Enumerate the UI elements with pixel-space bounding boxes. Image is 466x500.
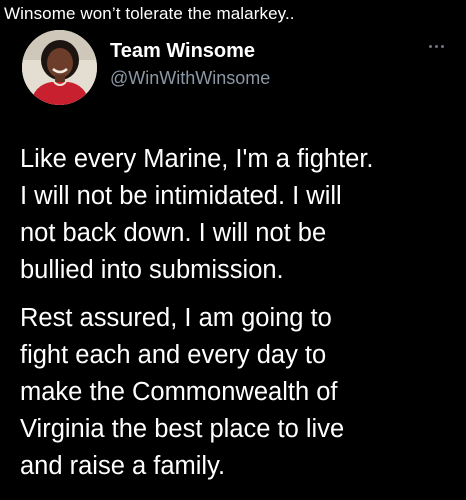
tweet-line: bullied into submission. <box>20 256 284 284</box>
profile-photo-icon <box>22 30 97 105</box>
dot <box>434 44 438 48</box>
dot <box>428 44 432 48</box>
display-name[interactable]: Team Winsome <box>110 39 255 63</box>
more-options-icon[interactable] <box>424 40 448 52</box>
tweet-line: Rest assured, I am going to <box>20 304 332 332</box>
tweet-paragraph-1: Like every Marine, I'm a fighter. I will… <box>20 141 460 289</box>
user-handle[interactable]: @WinWithWinsome <box>110 67 270 89</box>
tweet-line: and raise a family. <box>20 452 226 480</box>
caption-text: Winsome won’t tolerate the malarkey.. <box>4 4 295 23</box>
tweet-line: Virginia the best place to live <box>20 415 345 443</box>
tweet-line: Like every Marine, I'm a fighter. <box>20 145 374 173</box>
tweet-line: I will not be intimidated. I will <box>20 182 342 210</box>
avatar[interactable] <box>22 30 97 105</box>
tweet-header: Team Winsome @WinWithWinsome <box>22 30 452 110</box>
tweet-line: make the Commonwealth of <box>20 378 338 406</box>
tweet-paragraph-2: Rest assured, I am going to fight each a… <box>20 300 460 485</box>
tweet-line: not back down. I will not be <box>20 219 327 247</box>
dot <box>440 44 444 48</box>
tweet-line: fight each and every day to <box>20 341 327 369</box>
tweet-text: Like every Marine, I'm a fighter. I will… <box>20 141 460 485</box>
